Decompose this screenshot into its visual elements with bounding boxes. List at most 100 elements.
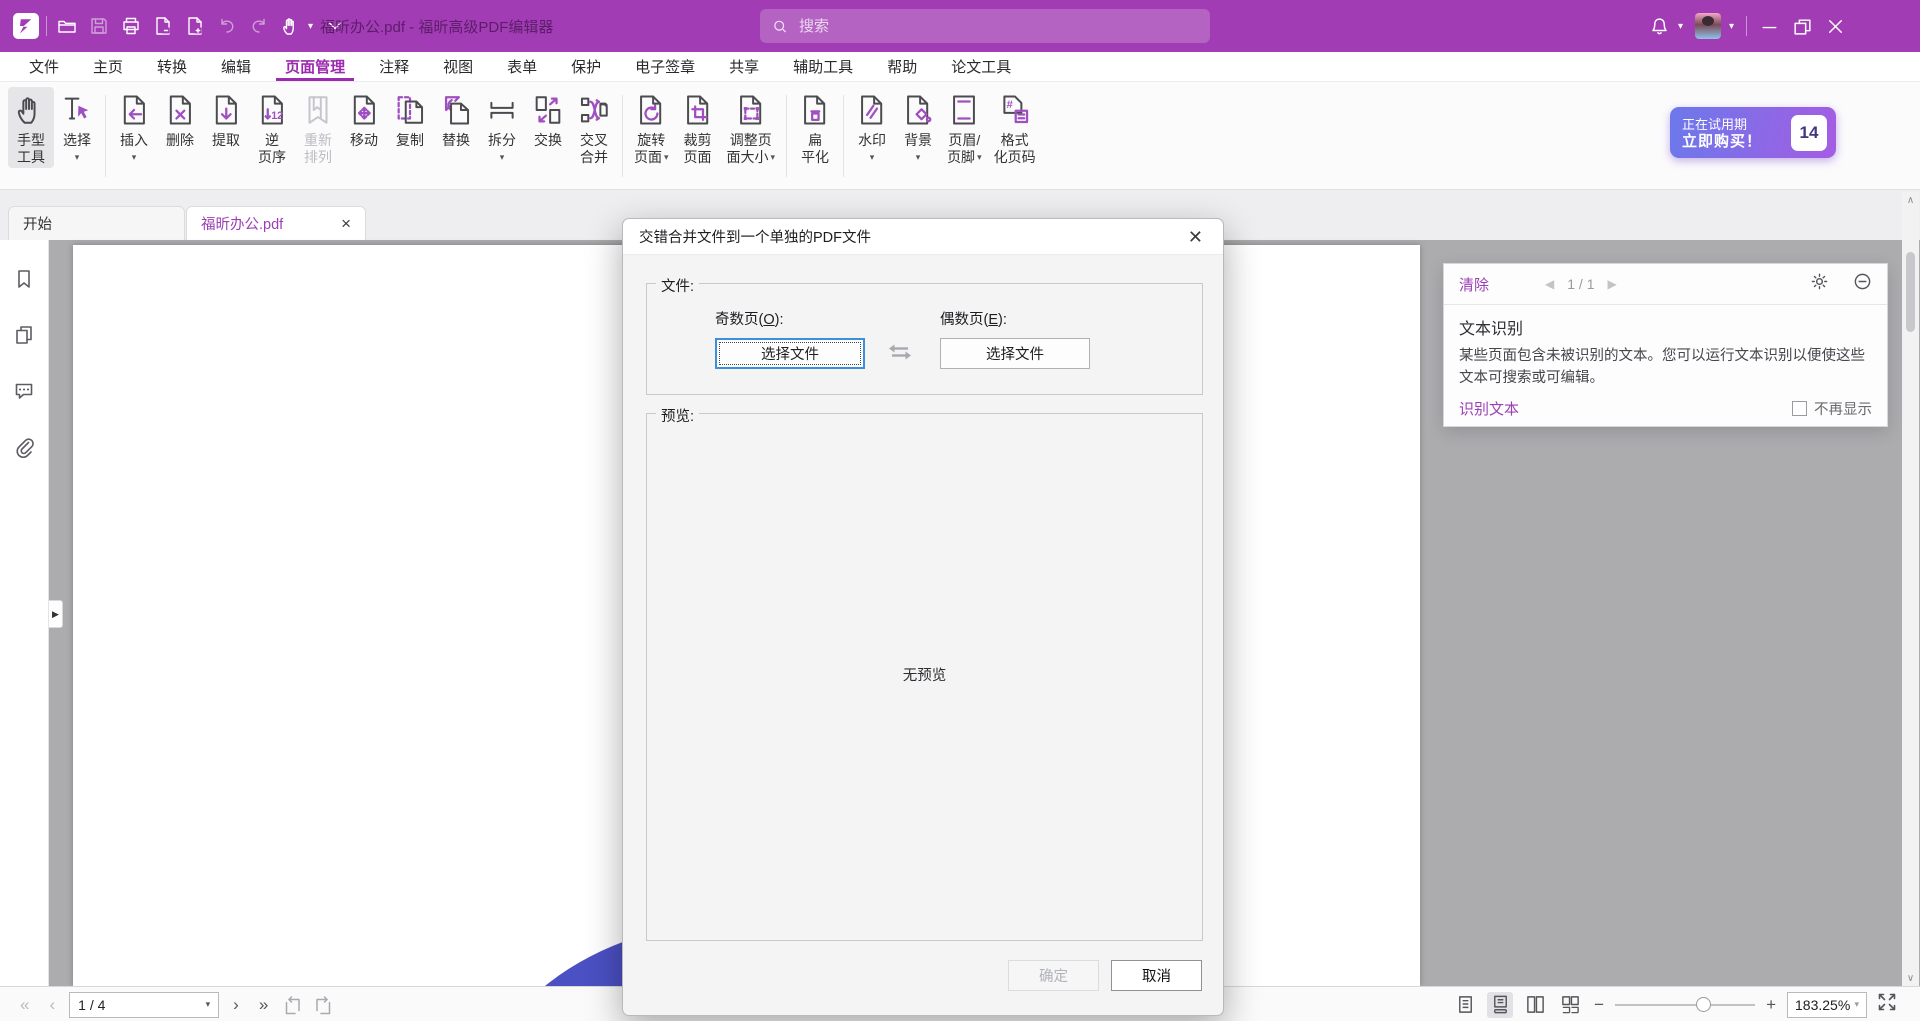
next-page-button[interactable]: › — [227, 996, 245, 1013]
tool-rotate-page[interactable]: 旋转 页面▾ — [628, 87, 675, 168]
hand-tool-quick-icon[interactable] — [280, 16, 301, 37]
menu-protect[interactable]: 保护 — [562, 52, 610, 81]
menu-edit[interactable]: 编辑 — [212, 52, 260, 81]
vertical-scrollbar[interactable]: ∧ ∨ — [1902, 192, 1919, 986]
choose-even-file-button[interactable]: 选择文件 — [940, 338, 1090, 369]
clear-notifications-link[interactable]: 清除 — [1459, 274, 1489, 295]
tool-copy-page[interactable]: 复制 — [387, 87, 433, 168]
undo-icon[interactable] — [216, 16, 237, 37]
scroll-up-icon[interactable]: ∧ — [1907, 192, 1914, 208]
tool-crop-page[interactable]: 裁剪 页面 — [675, 87, 721, 168]
tool-insert-page[interactable]: 插入 ▾ — [111, 87, 157, 168]
view-facing-continuous-icon[interactable] — [1557, 992, 1583, 1018]
tool-swap-page[interactable]: 交换 — [525, 87, 571, 168]
zoom-level-field[interactable]: 183.25% ▾ — [1787, 992, 1867, 1018]
redo-icon[interactable] — [248, 16, 269, 37]
trial-purchase-badge[interactable]: 正在试用期 立即购买！ 14 — [1670, 107, 1836, 158]
tool-hand[interactable]: 手型 工具 — [8, 87, 54, 168]
menu-form[interactable]: 表单 — [498, 52, 546, 81]
previous-page-button[interactable]: ‹ — [43, 996, 61, 1013]
scrollbar-thumb[interactable] — [1906, 252, 1915, 332]
tool-split-page[interactable]: 拆分 ▾ — [479, 87, 525, 168]
swap-files-icon[interactable] — [885, 341, 915, 363]
tool-reverse-page-order[interactable]: 12 逆 页序 — [249, 87, 295, 168]
choose-odd-file-button[interactable]: 选择文件 — [715, 338, 865, 369]
save-icon[interactable] — [88, 16, 109, 37]
dialog-close-icon[interactable]: ✕ — [1184, 226, 1207, 248]
comments-panel-icon[interactable] — [13, 380, 35, 402]
tab-document[interactable]: 福昕办公.pdf × — [186, 206, 366, 240]
maximize-button[interactable] — [1792, 16, 1813, 37]
menu-thesis-tools[interactable]: 论文工具 — [942, 52, 1020, 81]
fullscreen-icon[interactable] — [1876, 991, 1898, 1018]
add-page-icon[interactable] — [184, 16, 205, 37]
zoom-out-button[interactable]: − — [1592, 995, 1606, 1015]
menu-share[interactable]: 共享 — [720, 52, 768, 81]
user-avatar[interactable] — [1695, 13, 1721, 39]
account-caret-icon[interactable]: ▾ — [1729, 21, 1734, 32]
view-single-page-icon[interactable] — [1452, 992, 1478, 1018]
menu-comment[interactable]: 注释 — [370, 52, 418, 81]
view-continuous-icon[interactable] — [1487, 992, 1513, 1018]
ok-button[interactable]: 确定 — [1008, 960, 1099, 991]
tool-replace-page[interactable]: 替换 — [433, 87, 479, 168]
scroll-down-icon[interactable]: ∨ — [1907, 970, 1914, 986]
remove-page-icon[interactable] — [152, 16, 173, 37]
notification-settings-gear-icon[interactable] — [1810, 272, 1829, 296]
notification-caret-icon[interactable]: ▾ — [1678, 21, 1683, 32]
trial-line1: 正在试用期 — [1682, 116, 1762, 133]
search-box[interactable] — [760, 9, 1210, 43]
zoom-in-button[interactable]: + — [1764, 995, 1778, 1015]
tool-header-footer[interactable]: 页眉/ 页脚▾ — [941, 87, 988, 168]
menu-page-management[interactable]: 页面管理 — [276, 52, 354, 81]
tab-close-icon[interactable]: × — [341, 215, 351, 232]
search-input[interactable] — [797, 17, 1198, 36]
tool-watermark[interactable]: 水印 ▾ — [849, 87, 895, 168]
page-number-field[interactable]: 1 / 4 ▾ — [69, 992, 219, 1018]
previous-view-icon[interactable] — [282, 994, 304, 1016]
next-view-icon[interactable] — [312, 994, 334, 1016]
open-file-icon[interactable] — [56, 16, 77, 37]
recognize-text-link[interactable]: 识别文本 — [1459, 398, 1519, 419]
tool-flatten[interactable]: 扁 平化 — [792, 87, 838, 168]
notification-bell-icon[interactable] — [1649, 16, 1670, 37]
zoom-field-caret-icon[interactable]: ▾ — [1854, 999, 1859, 1010]
foxit-logo-icon[interactable] — [13, 13, 39, 39]
tool-rearrange[interactable]: 重新 排列 — [295, 87, 341, 168]
notification-prev-icon[interactable]: ◀ — [1545, 277, 1554, 291]
bookmarks-panel-icon[interactable] — [13, 268, 35, 290]
last-page-button[interactable]: » — [253, 996, 274, 1013]
tool-resize-page[interactable]: 调整页 面大小▾ — [721, 87, 782, 168]
tool-interleave-merge[interactable]: 交叉 合并 — [571, 87, 617, 168]
tool-select[interactable]: 选择 ▾ — [54, 87, 100, 168]
hand-tool-caret-icon[interactable]: ▾ — [308, 21, 313, 32]
pages-panel-icon[interactable] — [13, 324, 35, 346]
menu-file[interactable]: 文件 — [20, 52, 68, 81]
tool-delete-page[interactable]: 删除 — [157, 87, 203, 168]
tool-move-page[interactable]: 移动 — [341, 87, 387, 168]
cancel-button[interactable]: 取消 — [1111, 960, 1202, 991]
menu-convert[interactable]: 转换 — [148, 52, 196, 81]
notification-minimize-icon[interactable] — [1853, 272, 1872, 296]
tab-start[interactable]: 开始 — [8, 206, 185, 240]
menu-home[interactable]: 主页 — [84, 52, 132, 81]
view-facing-icon[interactable] — [1522, 992, 1548, 1018]
dont-show-again-checkbox[interactable] — [1792, 401, 1807, 416]
attachments-panel-icon[interactable] — [13, 436, 35, 458]
tool-format-page-number[interactable]: # 格式 化页码 — [988, 87, 1042, 168]
zoom-slider[interactable] — [1615, 995, 1755, 1015]
page-field-caret-icon[interactable]: ▾ — [206, 999, 211, 1010]
menu-help[interactable]: 帮助 — [878, 52, 926, 81]
menu-view[interactable]: 视图 — [434, 52, 482, 81]
menu-esign[interactable]: 电子签章 — [626, 52, 704, 81]
menu-accessibility[interactable]: 辅助工具 — [784, 52, 862, 81]
tool-extract-page[interactable]: 提取 — [203, 87, 249, 168]
print-icon[interactable] — [120, 16, 141, 37]
close-button[interactable] — [1825, 16, 1846, 37]
minimize-button[interactable] — [1759, 16, 1780, 37]
zoom-slider-knob[interactable] — [1696, 997, 1711, 1012]
notification-next-icon[interactable]: ▶ — [1608, 277, 1617, 291]
first-page-button[interactable]: « — [14, 996, 35, 1013]
sidebar-expand-handle[interactable]: ▶ — [49, 600, 63, 628]
tool-background[interactable]: 背景 ▾ — [895, 87, 941, 168]
